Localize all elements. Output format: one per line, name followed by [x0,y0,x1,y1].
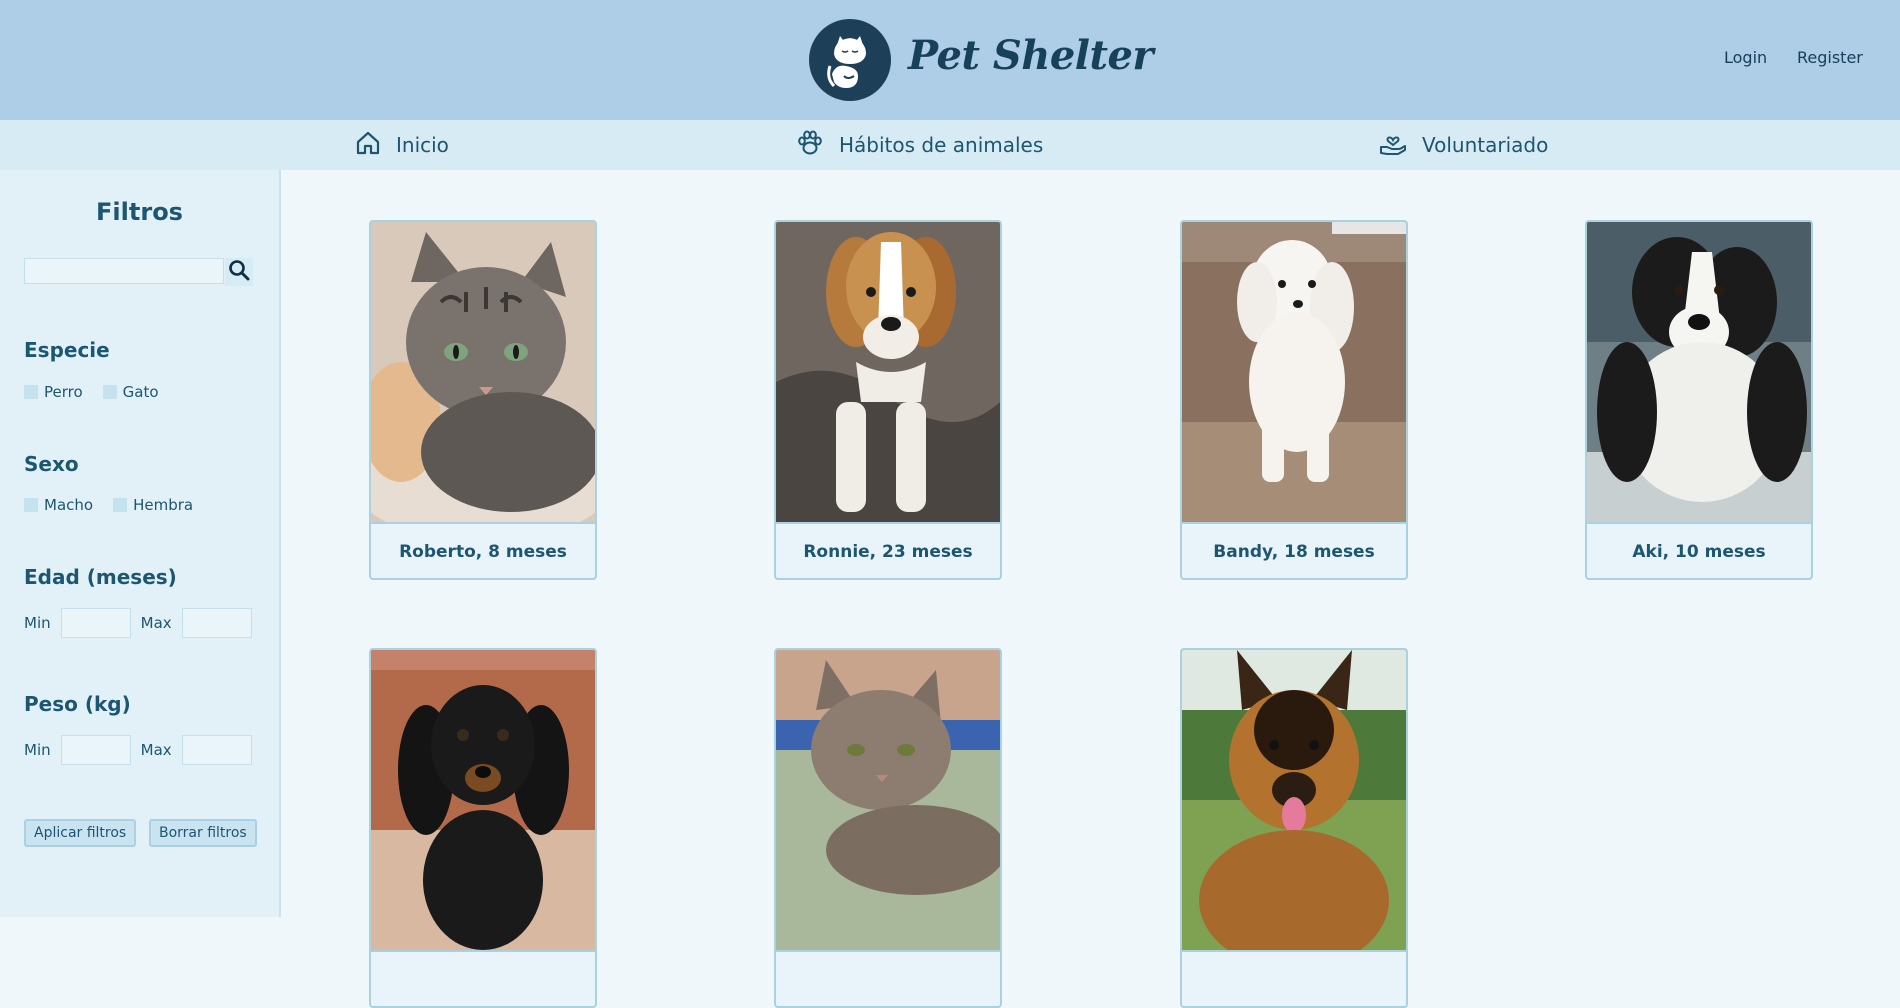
age-title: Edad (meses) [24,565,177,589]
pet-photo-dog [371,650,595,950]
age-min-input[interactable] [60,608,131,638]
pet-caption: Ronnie, 23 meses [776,522,1000,578]
age-range: Min Max [24,608,262,638]
sex-options: Macho Hembra [24,496,213,514]
search-input[interactable] [24,258,224,284]
sex-hembra-checkbox[interactable] [113,498,128,512]
pet-caption [1182,950,1406,1006]
register-link[interactable]: Register [1797,48,1863,67]
clear-filters-button[interactable]: Borrar filtros [149,819,257,847]
weight-min-label: Min [24,741,51,759]
age-min-label: Min [24,614,51,632]
pet-photo-dog [776,222,1000,522]
sex-macho-label: Macho [44,496,94,514]
pet-caption: Bandy, 18 meses [1182,522,1406,578]
pet-photo-dog [1587,222,1811,522]
age-max-input[interactable] [181,608,252,638]
pet-photo-dog [1182,222,1406,522]
species-perro-checkbox[interactable] [24,385,38,399]
species-options: Perro Gato [24,383,179,401]
species-title: Especie [24,338,110,362]
brand-title: Pet Shelter [908,32,1153,79]
nav-item-label: Voluntariado [1422,133,1549,157]
apply-filters-button[interactable]: Aplicar filtros [24,819,137,847]
nav-item-habitos[interactable]: Hábitos de animales [795,120,1043,170]
pet-caption [371,950,595,1006]
sex-title: Sexo [24,452,79,476]
species-gato-label: Gato [122,383,159,401]
pet-card[interactable]: Ronnie, 23 meses [774,220,1002,580]
paw-icon [795,128,839,163]
filters-title: Filtros [96,198,183,226]
pet-card[interactable] [369,648,597,1008]
pet-caption [776,950,1000,1006]
pet-caption: Roberto, 8 meses [371,522,595,578]
weight-range: Min Max [24,735,262,765]
home-icon [354,129,396,162]
species-perro-label: Perro [44,383,83,401]
weight-max-input[interactable] [181,735,252,765]
weight-max-label: Max [140,741,172,759]
pet-shelter-logo-icon[interactable] [808,18,892,102]
sex-macho-checkbox[interactable] [24,498,38,512]
nav-item-inicio[interactable]: Inicio [354,120,449,170]
nav-item-label: Hábitos de animales [839,133,1044,157]
search-icon [228,259,250,285]
pet-photo-dog [1182,650,1406,950]
pet-caption: Aki, 10 meses [1587,522,1811,578]
site-header: Pet Shelter Login Register [0,0,1900,120]
sex-hembra-label: Hembra [133,496,194,514]
pet-photo-cat [776,650,1000,950]
weight-min-input[interactable] [60,735,131,765]
filters-sidebar: Filtros Especie Perro Gato Sexo Macho He… [0,170,281,917]
pet-card[interactable]: Roberto, 8 meses [369,220,597,580]
age-max-label: Max [140,614,172,632]
login-link[interactable]: Login [1724,48,1767,67]
search-button[interactable] [225,258,253,286]
nav-item-voluntariado[interactable]: Voluntariado [1378,120,1548,170]
species-gato-checkbox[interactable] [102,385,117,399]
weight-title: Peso (kg) [24,692,131,716]
main-nav: Inicio Hábitos de animales Voluntariado [0,120,1900,170]
pet-card[interactable]: Bandy, 18 meses [1180,220,1408,580]
pet-card[interactable] [1180,648,1408,1008]
pet-card[interactable]: Aki, 10 meses [1585,220,1813,580]
pet-photo-cat [371,222,595,522]
pet-card[interactable] [774,648,1002,1008]
nav-item-label: Inicio [396,133,449,157]
hand-heart-icon [1378,128,1422,163]
